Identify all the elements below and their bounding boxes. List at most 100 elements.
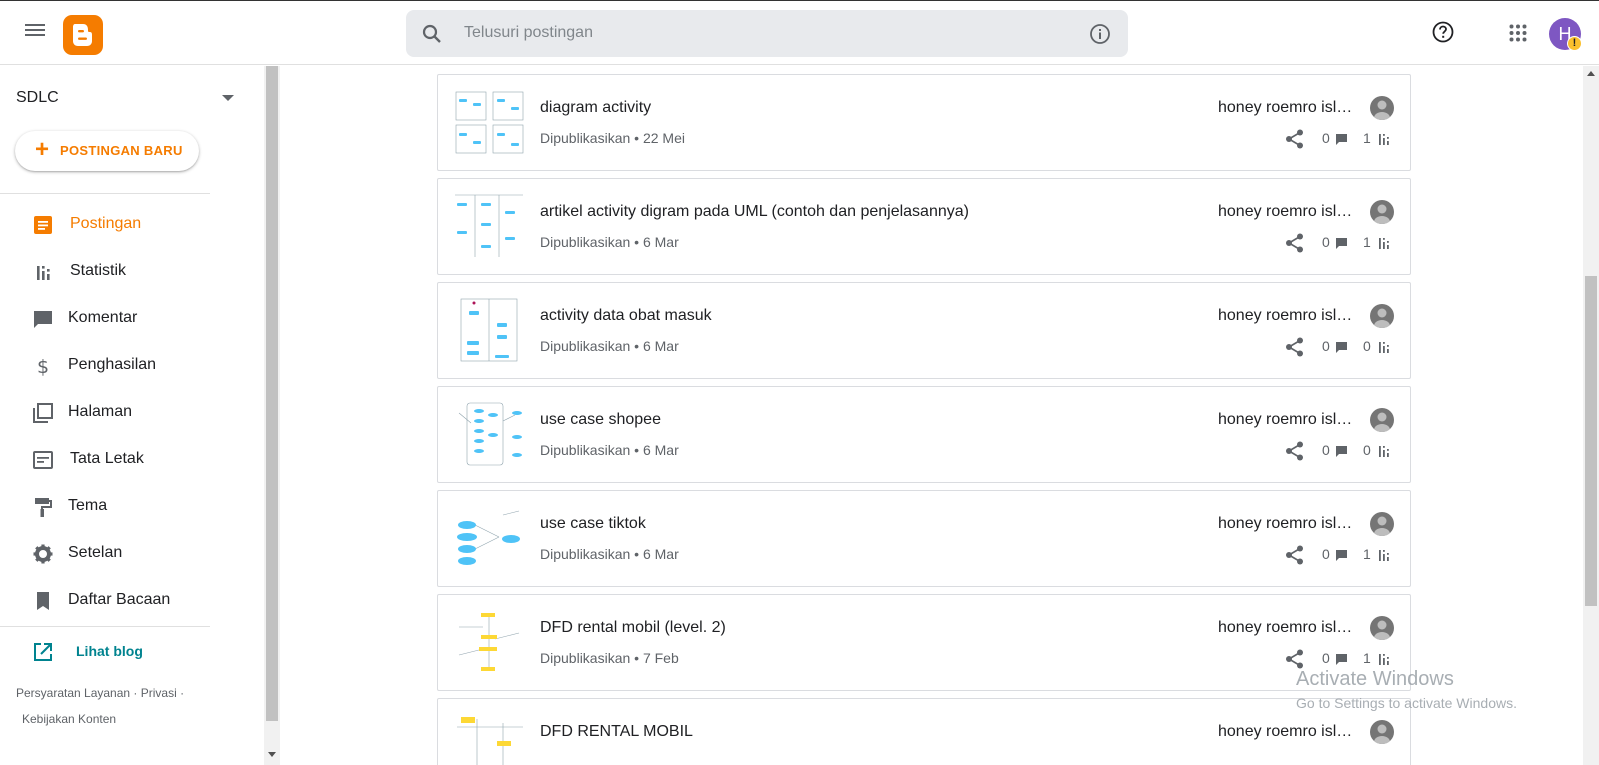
comment-icon — [1336, 446, 1347, 457]
share-icon[interactable] — [1284, 440, 1306, 462]
share-icon[interactable] — [1284, 232, 1306, 254]
sidebar-item-label: Halaman — [68, 403, 133, 420]
view-count: 1 — [1363, 130, 1371, 146]
post-author: honey roemro isla... — [1218, 307, 1358, 324]
new-post-button[interactable]: + POSTINGAN BARU — [15, 131, 199, 171]
view-count: 1 — [1363, 650, 1371, 666]
sidebar-item-label: Setelan — [68, 544, 123, 561]
post-card[interactable]: use case shopee Dipublikasikan • 6 Mar h… — [437, 386, 1411, 483]
svg-text:$: $ — [37, 356, 49, 377]
share-icon[interactable] — [1284, 128, 1306, 150]
scrollbar-thumb[interactable] — [266, 66, 278, 721]
pages-icon — [33, 403, 53, 423]
post-card[interactable]: DFD RENTAL MOBIL honey roemro isla... — [437, 698, 1411, 765]
post-author: honey roemro isla... — [1218, 619, 1358, 636]
post-author: honey roemro isla... — [1218, 515, 1358, 532]
post-thumbnail — [453, 193, 525, 259]
sidebar-item-theme[interactable]: Tema — [0, 484, 264, 530]
layout-icon — [33, 451, 53, 469]
view-count: 0 — [1363, 442, 1371, 458]
sidebar-scrollbar[interactable] — [264, 66, 280, 765]
author-avatar — [1370, 304, 1394, 328]
stats-icon — [1379, 446, 1389, 457]
help-icon[interactable] — [1431, 20, 1455, 44]
info-icon[interactable] — [1088, 22, 1112, 46]
watermark-title: Activate Windows — [1296, 668, 1454, 690]
terms-link[interactable]: Persyaratan Layanan — [16, 686, 130, 700]
separator-dot: · — [180, 686, 185, 700]
post-list: diagram activity Dipublikasikan • 22 Mei… — [280, 66, 1583, 765]
sidebar-item-posts[interactable]: Postingan — [0, 202, 264, 248]
plus-icon: + — [35, 136, 50, 163]
blog-selector-name[interactable]: SDLC — [16, 89, 59, 107]
post-title[interactable]: use case shopee — [540, 411, 661, 429]
comment-icon — [1336, 134, 1347, 145]
stats-icon — [1379, 654, 1389, 665]
view-blog-link[interactable]: Lihat blog — [32, 639, 192, 665]
share-icon[interactable] — [1284, 648, 1306, 670]
post-card[interactable]: activity data obat masuk Dipublikasikan … — [437, 282, 1411, 379]
content-policy-link[interactable]: Kebijakan Konten — [22, 712, 116, 726]
comment-icon — [1336, 342, 1347, 353]
comment-icon — [1336, 550, 1347, 561]
post-meta: Dipublikasikan • 6 Mar — [540, 234, 679, 250]
author-avatar — [1370, 96, 1394, 120]
footer-links: Persyaratan Layanan · Privasi · Kebijaka… — [16, 680, 206, 732]
post-card[interactable]: diagram activity Dipublikasikan • 22 Mei… — [437, 74, 1411, 171]
post-card[interactable]: artikel activity digram pada UML (contoh… — [437, 178, 1411, 275]
hamburger-menu-icon[interactable] — [22, 21, 48, 45]
divider — [0, 193, 210, 194]
sidebar-item-pages[interactable]: Halaman — [0, 390, 264, 436]
scroll-down-arrow-icon[interactable] — [268, 752, 276, 757]
post-thumbnail — [453, 505, 525, 571]
chevron-down-icon[interactable] — [222, 95, 234, 101]
privacy-link[interactable]: Privasi — [141, 686, 177, 700]
sidebar-item-settings[interactable]: Setelan — [0, 531, 264, 577]
sidebar-item-earnings[interactable]: $ Penghasilan — [0, 343, 264, 389]
main-scrollbar[interactable] — [1583, 66, 1599, 765]
share-icon[interactable] — [1284, 544, 1306, 566]
scroll-up-arrow-icon[interactable] — [1587, 71, 1595, 76]
new-post-label: POSTINGAN BARU — [60, 143, 183, 158]
author-avatar — [1370, 200, 1394, 224]
post-title[interactable]: diagram activity — [540, 99, 651, 117]
windows-activation-watermark: Activate Windows Go to Settings to activ… — [1296, 668, 1517, 711]
comment-count: 0 — [1322, 650, 1330, 666]
search-icon[interactable] — [420, 22, 444, 46]
separator-dot: · — [133, 686, 138, 700]
sidebar-item-stats[interactable]: Statistik — [0, 249, 264, 295]
post-title[interactable]: use case tiktok — [540, 515, 646, 533]
post-meta: Dipublikasikan • 6 Mar — [540, 338, 679, 354]
post-title[interactable]: DFD rental mobil (level. 2) — [540, 619, 726, 637]
sidebar-item-label: Komentar — [68, 309, 138, 326]
stats-icon — [1379, 134, 1389, 145]
sidebar-item-label: Tata Letak — [70, 450, 144, 467]
sidebar-item-label: Statistik — [70, 262, 127, 279]
scrollbar-thumb[interactable] — [1585, 276, 1597, 606]
author-avatar — [1370, 616, 1394, 640]
search-input[interactable] — [464, 20, 1064, 46]
blogger-logo-icon[interactable] — [63, 15, 103, 55]
sidebar-item-comments[interactable]: Komentar — [0, 296, 264, 342]
post-thumbnail — [453, 713, 525, 765]
post-title[interactable]: artikel activity digram pada UML (contoh… — [540, 203, 969, 221]
post-meta: Dipublikasikan • 7 Feb — [540, 650, 679, 666]
sidebar-item-reading-list[interactable]: Daftar Bacaan — [0, 578, 264, 624]
post-title[interactable]: DFD RENTAL MOBIL — [540, 723, 693, 741]
posts-icon — [34, 216, 52, 234]
post-card[interactable]: DFD rental mobil (level. 2) Dipublikasik… — [437, 594, 1411, 691]
sidebar: SDLC + POSTINGAN BARU Postingan Statisti… — [0, 66, 264, 765]
external-link-icon — [34, 643, 52, 661]
top-bar: H ! — [0, 0, 1599, 65]
apps-grid-icon[interactable] — [1509, 24, 1527, 42]
post-title[interactable]: activity data obat masuk — [540, 307, 712, 325]
stats-icon — [37, 266, 50, 280]
post-author: honey roemro isla... — [1218, 411, 1358, 428]
author-avatar — [1370, 408, 1394, 432]
post-author: honey roemro isla... — [1218, 203, 1358, 220]
dollar-icon: $ — [37, 356, 49, 377]
watermark-subtitle: Go to Settings to activate Windows. — [1296, 695, 1517, 711]
sidebar-item-layout[interactable]: Tata Letak — [0, 437, 264, 483]
post-card[interactable]: use case tiktok Dipublikasikan • 6 Mar h… — [437, 490, 1411, 587]
share-icon[interactable] — [1284, 336, 1306, 358]
